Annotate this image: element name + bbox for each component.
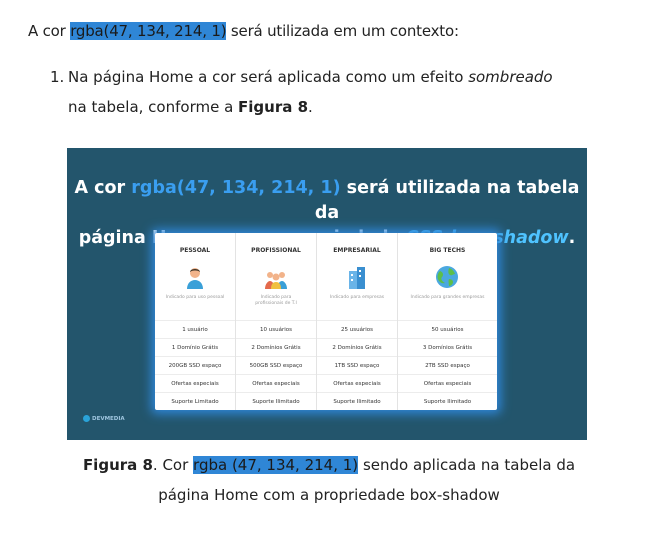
caption-before: . Cor [152,456,194,474]
table-row: 2 Domínios Grátis [236,338,316,357]
table-row: 2TB SSD espaço [398,356,497,375]
building-icon [349,267,365,289]
table-row: 1TB SSD espaço [317,356,397,375]
list-line2-end: . [308,98,313,116]
table-row: 10 usuários [236,320,316,339]
table-row: 50 usuários [398,320,497,339]
caption-label: Figura 8 [82,456,153,474]
list-item-line1: 1. Na página Home a cor será aplicada com… [50,62,610,92]
table-row: 2 Domínios Grátis [317,338,397,357]
column-description: Indicado para empresas [329,295,385,300]
intro-text-before: A cor [28,22,71,40]
list-item: 1. Na página Home a cor será aplicada com… [50,62,610,122]
list-item-line2: na tabela, conforme a Figura 8. [50,92,610,122]
table-row: Suporte Ilimitado [236,392,316,411]
figure-title-end: . [568,228,576,248]
group-icon [265,272,287,289]
column-header: BIG TECHS [429,247,466,254]
caption-line2: página Home com a propriedade box-shadow [158,486,500,504]
globe-icon [436,266,458,288]
intro-color-highlight: rgba(47, 134, 214, 1) [70,22,227,40]
table-row: 3 Domínios Grátis [398,338,497,357]
table-row: Suporte Limitado [155,392,235,411]
table-row: Ofertas especiais [236,374,316,393]
column-description: Indicado para grandes empresas [410,295,485,300]
column-description: Indicado para profissionais de T.I [255,295,297,306]
intro-paragraph: A cor rgba(47, 134, 214, 1) será utiliza… [28,22,459,40]
column-header: PESSOAL [179,247,211,254]
table-row: Ofertas especiais [155,374,235,393]
column-description: Indicado para uso pessoal [165,295,225,300]
pricing-column-empresarial: EMPRESARIAL Indicado para empresas 25 us… [317,233,398,410]
list-line2-text: na tabela, conforme a [68,98,239,116]
logo-icon [83,415,90,422]
column-header: EMPRESARIAL [333,247,381,254]
table-row: 200GB SSD espaço [155,356,235,375]
table-row: Ofertas especiais [317,374,397,393]
table-row: 1 Domínio Grátis [155,338,235,357]
table-row: 25 usuários [317,320,397,339]
pricing-table: PESSOAL Indicado para uso pessoal 1 usuá… [155,233,497,410]
figure-title-color: rgba(47, 134, 214, 1) [131,178,341,198]
figure-title-before: A cor [74,178,132,198]
list-number: 1. [50,68,65,86]
figure-reference: Figura 8 [238,98,309,116]
caption-color-highlight: rgba (47, 134, 214, 1) [193,456,359,474]
figure-caption: Figura 8. Cor rgba (47, 134, 214, 1) sen… [0,450,658,510]
column-header: PROFISSIONAL [251,247,301,254]
figure-title-mid: será utilizada na tabela da [314,178,580,223]
devmedia-logo: DEVMEDIA [83,415,125,422]
figure-image: A cor rgba(47, 134, 214, 1) será utiliza… [67,148,587,440]
table-row: Suporte Ilimitado [398,392,497,411]
pricing-column-big-techs: BIG TECHS Indicado para grandes empresas… [398,233,497,410]
intro-text-after: será utilizada em um contexto: [226,22,459,40]
table-row: Ofertas especiais [398,374,497,393]
list-line1-text: Na página Home a cor será aplicada como … [68,68,469,86]
pricing-column-profissional: PROFISSIONAL Indicado para profissionais… [236,233,317,410]
table-row: 1 usuário [155,320,235,339]
list-line1-italic: sombreado [468,68,553,86]
table-row: 500GB SSD espaço [236,356,316,375]
caption-after: sendo aplicada na tabela da [358,456,576,474]
pricing-column-pessoal: PESSOAL Indicado para uso pessoal 1 usuá… [155,233,236,410]
person-icon [187,268,203,289]
logo-text: DEVMEDIA [92,416,125,422]
table-row: Suporte Ilimitado [317,392,397,411]
